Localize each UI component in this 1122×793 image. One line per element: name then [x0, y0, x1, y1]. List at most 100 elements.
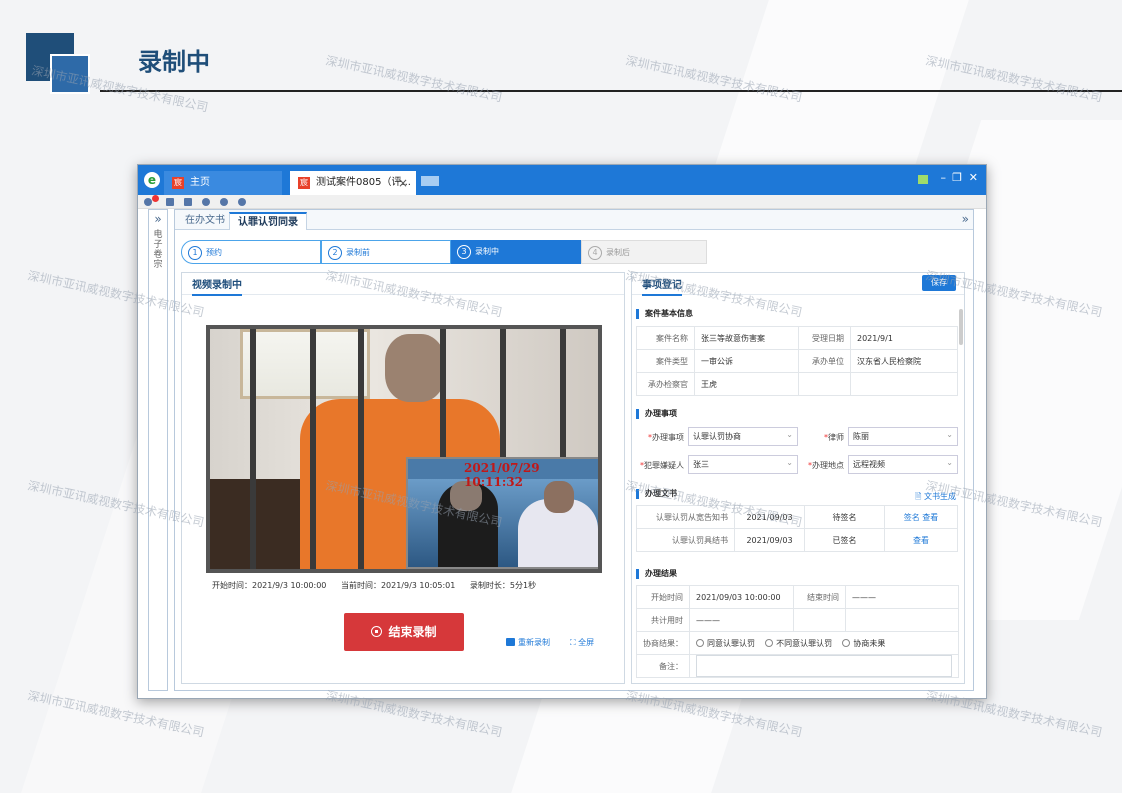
- duration: 录制时长：5分1秒: [469, 581, 537, 590]
- list-icon[interactable]: [166, 198, 174, 206]
- result-table: 开始时间 2021/09/03 10:00:00 结束时间 ——— 共计用时 —…: [636, 585, 959, 678]
- empty-cell: [793, 608, 846, 632]
- matter-select[interactable]: 认罪认罚协商: [688, 426, 798, 446]
- close-window-icon[interactable]: ✕: [969, 171, 978, 184]
- camera-icon: [506, 638, 515, 646]
- prosecutor-value: 王虎: [694, 372, 799, 396]
- logo-square: [50, 54, 90, 94]
- accept-date-label: 受理日期: [798, 326, 851, 350]
- title-divider: [100, 90, 1122, 92]
- doc-actions[interactable]: 查看: [884, 528, 958, 552]
- section-documents: 办理文书: [636, 489, 677, 499]
- empty-cell: [798, 372, 851, 396]
- step-label: 录制前: [346, 248, 370, 257]
- tab-label: 测试案件0805（评...: [316, 177, 411, 188]
- step-number: 2: [328, 246, 342, 260]
- matters-row-2: *犯罪嫌疑人 张三 *办理地点 远程视频: [636, 454, 958, 475]
- chevron-right-icon[interactable]: »: [962, 212, 969, 226]
- stop-recording-button[interactable]: 结束录制: [344, 613, 464, 651]
- expand-icon[interactable]: »: [149, 212, 167, 226]
- pin-icon[interactable]: [918, 175, 928, 184]
- generate-document-button[interactable]: 🗎 文书生成: [915, 491, 956, 505]
- rerecord-label: 重新录制: [518, 638, 550, 647]
- tab-home[interactable]: 宸 主页: [164, 171, 282, 195]
- doc-actions[interactable]: 签名 查看: [884, 505, 958, 529]
- notification-badge: [152, 195, 159, 202]
- help-icon[interactable]: [220, 198, 228, 206]
- end-time-value: ———: [845, 585, 959, 609]
- app-icon: 宸: [298, 177, 310, 189]
- restore-icon[interactable]: ❐: [952, 171, 962, 184]
- main-content: 在办文书 认罪认罚同录 » 1 预约 2 录制前 3 录制中 4 录制后 视频录…: [174, 209, 974, 691]
- doc-date: 2021/09/03: [734, 505, 805, 529]
- step-4: 4 录制后: [581, 240, 707, 264]
- calendar-icon[interactable]: [184, 198, 192, 206]
- total-time-label: 共计用时: [636, 608, 690, 632]
- case-type-label: 案件类型: [636, 349, 695, 373]
- tab-label: 主页: [190, 177, 210, 188]
- accept-date-value: 2021/9/1: [850, 326, 958, 350]
- tab-plea-recording[interactable]: 认罪认罚同录: [229, 212, 307, 230]
- radio-disagree[interactable]: 不同意认罪认罚: [765, 638, 832, 648]
- video-timestamp: 2021/07/29 10:11:32: [464, 461, 540, 489]
- picture-in-picture: 2021/07/29 10:11:32: [406, 457, 598, 569]
- step-label: 预约: [206, 248, 222, 257]
- fullscreen-icon: ⛶: [570, 638, 579, 647]
- app-window: e 宸 主页 宸 测试案件0805（评... × – ❐ ✕ » 电子卷宗 在办…: [137, 164, 987, 699]
- video-window: [240, 329, 370, 399]
- minimize-icon[interactable]: –: [941, 171, 947, 184]
- lawyer-label: *律师: [824, 433, 844, 442]
- suspect-select[interactable]: 张三: [688, 454, 798, 474]
- notes-label: 备注：: [636, 654, 690, 678]
- message-icon[interactable]: [238, 198, 246, 206]
- slide-title: 录制中: [138, 48, 210, 76]
- step-label: 录制中: [475, 247, 499, 256]
- step-1: 1 预约: [181, 240, 321, 264]
- doc-status: 已签名: [804, 528, 885, 552]
- new-tab-button[interactable]: [421, 176, 439, 186]
- step-number: 4: [588, 246, 602, 260]
- unit-label: 承办单位: [798, 349, 851, 373]
- case-type-value: 一审公诉: [694, 349, 799, 373]
- documents-table: 认罪认罚从宽告知书 2021/09/03 待签名 签名 查看 认罪认罚具结书 2…: [636, 505, 958, 552]
- lawyer-select[interactable]: 陈丽: [848, 426, 958, 446]
- fullscreen-label: 全屏: [578, 638, 595, 647]
- tab-case[interactable]: 宸 测试案件0805（评... ×: [290, 171, 416, 195]
- step-label: 录制后: [606, 248, 630, 257]
- stop-label: 结束录制: [388, 625, 437, 639]
- save-button[interactable]: 保存: [922, 275, 956, 291]
- panel-header: 事项登记 保存: [632, 273, 964, 296]
- chat-icon[interactable]: [144, 198, 152, 206]
- notes-input[interactable]: [696, 655, 952, 677]
- panel-header: 视频录制中: [182, 273, 624, 296]
- radio-no-result[interactable]: 协商未果: [842, 638, 885, 648]
- video-bar: [250, 329, 256, 569]
- fullscreen-button[interactable]: ⛶ 全屏: [570, 637, 594, 648]
- side-panel-label[interactable]: 电子卷宗: [152, 230, 164, 270]
- document-icon: 🗎: [915, 492, 922, 501]
- doc-date: 2021/09/03: [734, 528, 805, 552]
- unit-value: 汉东省人民检察院: [850, 349, 958, 373]
- radio-agree[interactable]: 同意认罪认罚: [696, 638, 755, 648]
- place-label: *办理地点: [808, 461, 844, 470]
- place-select[interactable]: 远程视频: [848, 454, 958, 474]
- outcome-options: 同意认罪认罚 不同意认罪认罚 协商未果: [689, 631, 959, 655]
- suspect-label: *犯罪嫌疑人: [640, 461, 684, 470]
- recording-info: 开始时间：2021/9/3 10:00:00 当前时间：2021/9/3 10:…: [212, 580, 548, 591]
- doc-name: 认罪认罚具结书: [636, 528, 735, 552]
- section-result: 办理结果: [636, 569, 677, 579]
- outcome-label: 协商结果：: [636, 631, 690, 655]
- step-2: 2 录制前: [321, 240, 451, 264]
- rerecord-button[interactable]: 重新录制: [506, 637, 550, 648]
- user-icon[interactable]: [202, 198, 210, 206]
- matter-label: *办理事项: [648, 433, 684, 442]
- panel-title: 事项登记: [642, 276, 682, 296]
- start-time-value: 2021/09/03 10:00:00: [689, 585, 794, 609]
- total-time-value: ———: [689, 608, 794, 632]
- close-icon[interactable]: ×: [398, 171, 408, 195]
- toolbar: [138, 195, 986, 209]
- tab-documents[interactable]: 在办文书: [177, 212, 233, 230]
- empty-cell: [850, 372, 958, 396]
- scrollbar[interactable]: [959, 309, 963, 345]
- content-tabs: 在办文书 认罪认罚同录 »: [175, 210, 973, 230]
